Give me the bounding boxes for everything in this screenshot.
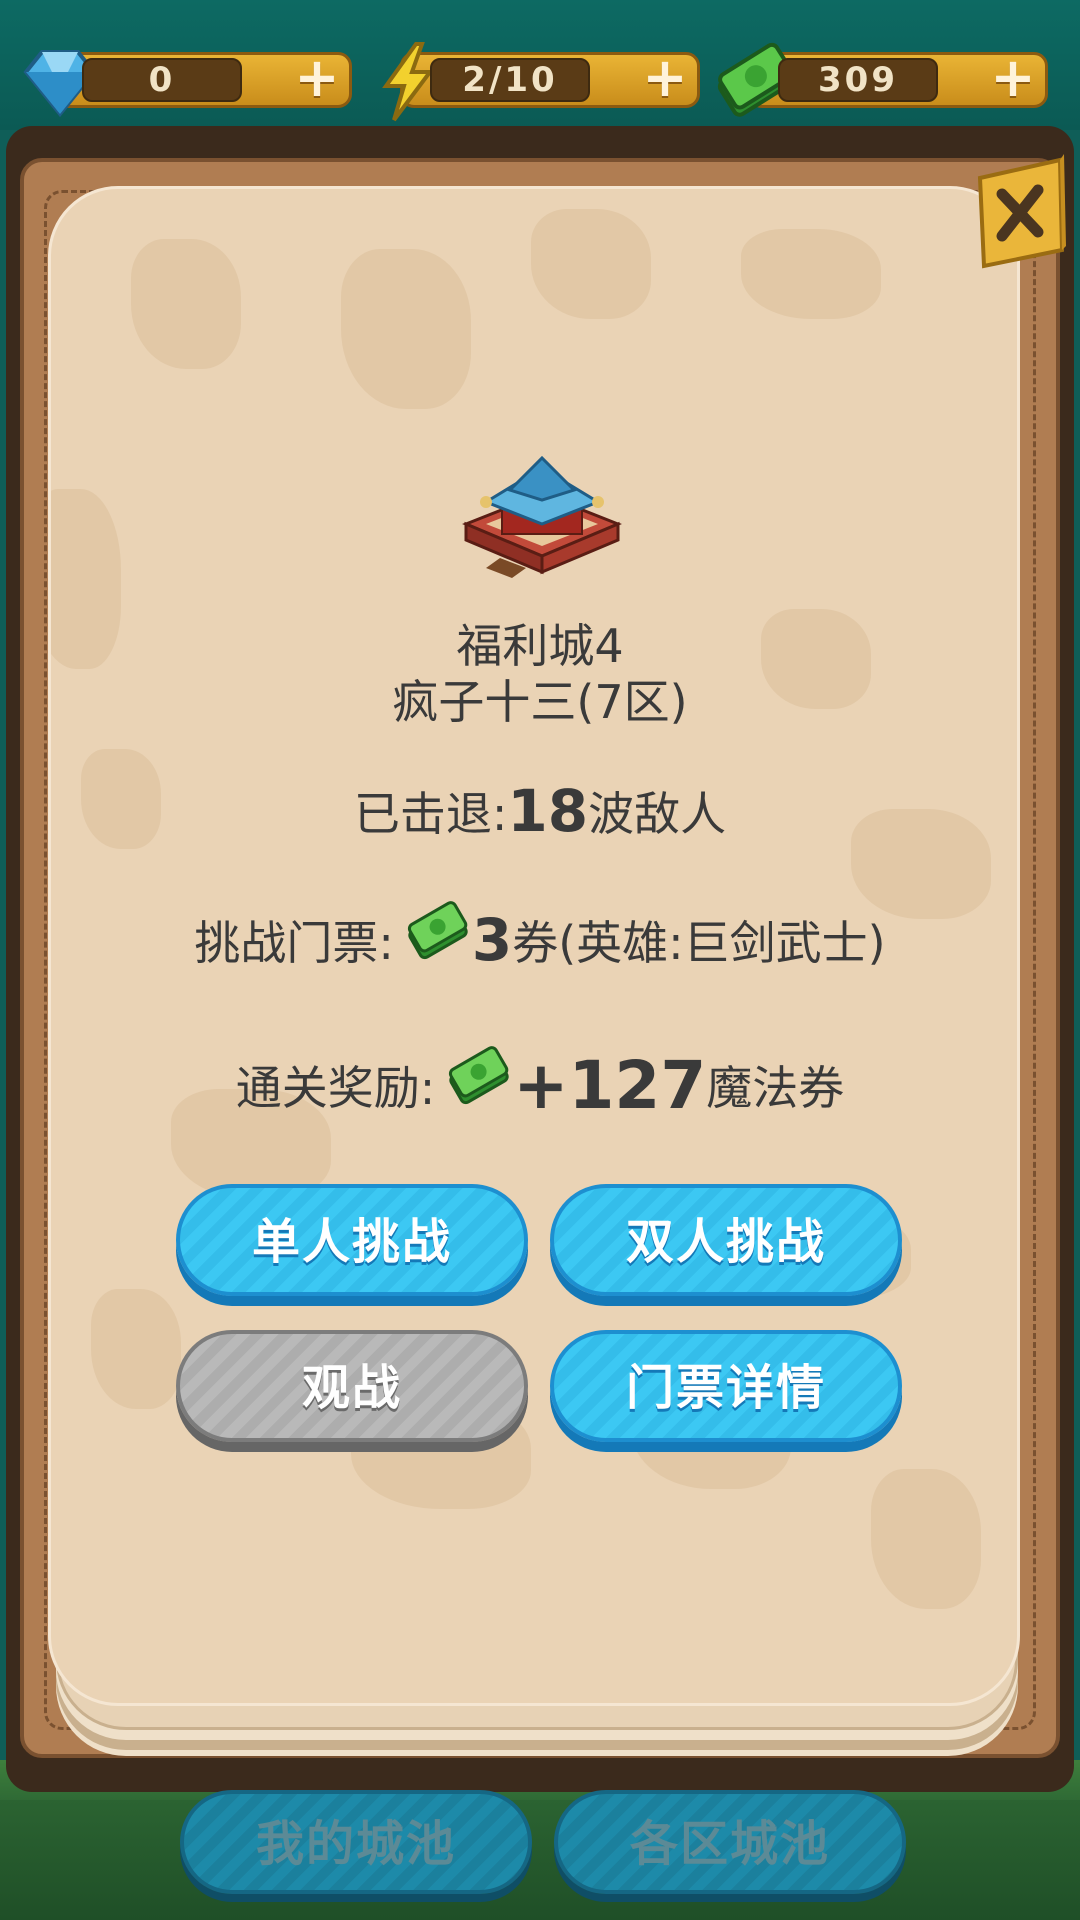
tab-all-cities[interactable]: 各区城池 — [554, 1790, 906, 1894]
repelled-waves-row: 已击退: 18 波敌人 — [0, 777, 1080, 845]
duo-challenge-button[interactable]: 双人挑战 — [550, 1184, 902, 1296]
ticket-icon — [407, 901, 468, 960]
add-energy-button[interactable]: + — [642, 51, 688, 105]
close-button[interactable] — [966, 150, 1066, 278]
reward-suffix: 魔法券 — [706, 1061, 845, 1115]
reward-value: +127 — [513, 1046, 707, 1124]
ticket-label: 挑战门票: — [194, 916, 394, 970]
add-gems-button[interactable]: + — [294, 51, 340, 105]
ticket-icon — [449, 1046, 509, 1105]
ticket-suffix: 券(英雄:巨剑武士) — [512, 916, 886, 970]
energy-counter: 2/10 + — [360, 42, 700, 122]
clear-reward-row: 通关奖励: +127 魔法券 — [0, 1040, 1080, 1130]
city-owner: 疯子十三(7区) — [392, 675, 688, 729]
repelled-suffix: 波敌人 — [588, 787, 727, 841]
tab-my-city[interactable]: 我的城池 — [180, 1790, 532, 1894]
gems-value: 0 — [82, 58, 242, 102]
repelled-value: 18 — [507, 777, 589, 845]
add-cash-button[interactable]: + — [990, 51, 1036, 105]
cash-value: 309 — [778, 58, 938, 102]
challenge-ticket-row: 挑战门票: 3 券(英雄:巨剑武士) — [0, 900, 1080, 980]
energy-value: 2/10 — [430, 58, 590, 102]
reward-label: 通关奖励: — [235, 1061, 436, 1115]
gems-counter: 0 + — [12, 42, 352, 118]
ticket-value: 3 — [471, 906, 513, 974]
city-building-icon — [462, 455, 622, 578]
cash-counter: 309 + — [708, 42, 1048, 117]
ticket-details-button[interactable]: 门票详情 — [550, 1330, 902, 1442]
repelled-label: 已击退: — [353, 787, 508, 841]
solo-challenge-button[interactable]: 单人挑战 — [176, 1184, 528, 1296]
watch-button[interactable]: 观战 — [176, 1330, 528, 1442]
